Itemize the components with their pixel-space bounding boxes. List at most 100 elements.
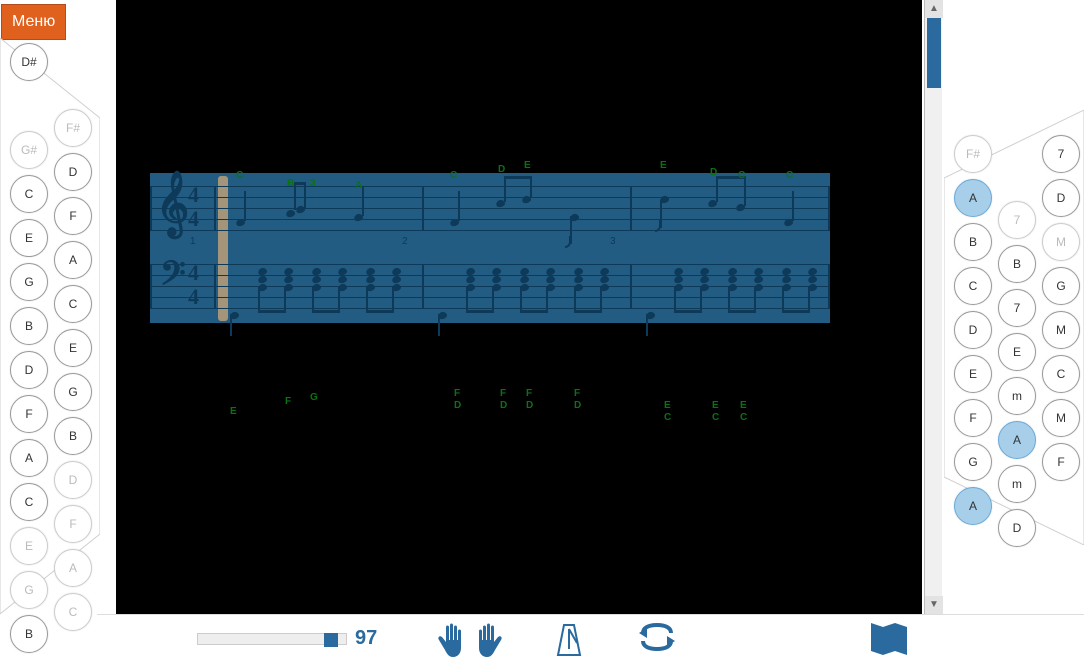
right-chord-rB1[interactable]: B	[998, 245, 1036, 283]
bass-note-label: F	[574, 388, 580, 399]
right-chord-rm1[interactable]: m	[998, 377, 1036, 415]
treble-clef-icon: 𝄞	[156, 172, 189, 237]
bass-note-label: F	[454, 388, 460, 399]
left-note-Dsh[interactable]: D#	[10, 43, 48, 81]
right-chord-rAh2[interactable]: A	[998, 421, 1036, 459]
left-note-C2[interactable]: C	[54, 285, 92, 323]
left-note-B3[interactable]: B	[10, 615, 48, 653]
bass-note-label: E	[712, 400, 719, 411]
left-note-E3[interactable]: E	[10, 527, 48, 565]
left-note-B1[interactable]: B	[10, 307, 48, 345]
right-chord-rD2[interactable]: D	[954, 311, 992, 349]
right-chord-r71[interactable]: 7	[1042, 135, 1080, 173]
right-chord-rG1[interactable]: G	[1042, 267, 1080, 305]
bass-note-label: D	[574, 400, 581, 411]
bass-note-label: E	[740, 400, 747, 411]
bass-note-label: D	[526, 400, 533, 411]
left-note-Fsh[interactable]: F#	[54, 109, 92, 147]
left-hand-icon[interactable]	[429, 621, 463, 661]
left-note-D3[interactable]: D	[54, 461, 92, 499]
treble-staff: 𝄞 4 4	[150, 186, 830, 230]
scroll-up-button[interactable]: ▲	[925, 0, 943, 18]
metronome-icon[interactable]	[552, 621, 586, 661]
chevron-down-icon: ▼	[929, 599, 939, 610]
right-chord-rG2[interactable]: G	[954, 443, 992, 481]
bass-note-label: F	[285, 396, 291, 407]
treble-note-label: B	[287, 178, 294, 189]
bottom-toolbar: 97	[97, 614, 1084, 661]
left-note-C1[interactable]: C	[10, 175, 48, 213]
bass-note-label: C	[740, 412, 747, 423]
right-chord-rM3[interactable]: M	[1042, 399, 1080, 437]
left-note-G1[interactable]: G	[10, 263, 48, 301]
right-chord-rF2[interactable]: F	[1042, 443, 1080, 481]
left-note-A2[interactable]: A	[10, 439, 48, 477]
right-chord-rM2[interactable]: M	[1042, 311, 1080, 349]
right-chord-rFsh[interactable]: F#	[954, 135, 992, 173]
left-note-A1[interactable]: A	[54, 241, 92, 279]
bass-note-label: C	[712, 412, 719, 423]
left-note-C4[interactable]: C	[54, 593, 92, 631]
right-chord-rD1[interactable]: D	[1042, 179, 1080, 217]
timesig-bottom: 4	[188, 206, 199, 232]
right-chord-rD3[interactable]: D	[998, 509, 1036, 547]
bass-note-label: D	[454, 400, 461, 411]
left-note-D1[interactable]: D	[54, 153, 92, 191]
timesig-bottom-bass: 4	[188, 284, 199, 310]
scrollbar-track[interactable]	[927, 18, 941, 596]
treble-note-label: C	[236, 170, 243, 181]
treble-note-label: D	[498, 164, 505, 175]
vertical-scrollbar[interactable]: ▲ ▼	[924, 0, 942, 614]
left-note-G2[interactable]: G	[54, 373, 92, 411]
measure-number: 1	[190, 236, 196, 247]
right-chord-rE1[interactable]: E	[998, 333, 1036, 371]
scrollbar-thumb[interactable]	[927, 18, 941, 88]
chevron-up-icon: ▲	[929, 3, 939, 14]
left-note-F1[interactable]: F	[54, 197, 92, 235]
left-note-E1[interactable]: E	[10, 219, 48, 257]
left-note-F3[interactable]: F	[54, 505, 92, 543]
treble-note-label: E	[660, 160, 667, 171]
left-note-E2[interactable]: E	[54, 329, 92, 367]
scroll-down-button[interactable]: ▼	[925, 596, 943, 614]
left-note-G3[interactable]: G	[10, 571, 48, 609]
bass-note-label: E	[230, 406, 237, 417]
treble-note-label: C	[450, 170, 457, 181]
treble-note-label: 3	[310, 178, 316, 189]
bass-note-label: E	[664, 400, 671, 411]
score: 𝄞 4 4	[150, 158, 830, 424]
bass-clef-icon: 𝄢	[160, 254, 186, 301]
right-chord-rF1[interactable]: F	[954, 399, 992, 437]
treble-note-label: E	[524, 160, 531, 171]
left-note-Gsh[interactable]: G#	[10, 131, 48, 169]
left-note-F2[interactable]: F	[10, 395, 48, 433]
right-chord-rM1[interactable]: M	[1042, 223, 1080, 261]
right-chord-rE2[interactable]: E	[954, 355, 992, 393]
right-chord-rC1[interactable]: C	[954, 267, 992, 305]
right-chord-r73[interactable]: 7	[998, 289, 1036, 327]
menu-button[interactable]: Меню	[1, 4, 66, 40]
right-chord-rAh3[interactable]: A	[954, 487, 992, 525]
left-note-D2[interactable]: D	[10, 351, 48, 389]
loop-icon[interactable]	[637, 621, 677, 658]
left-note-B2[interactable]: B	[54, 417, 92, 455]
tempo-slider-handle[interactable]	[324, 633, 338, 647]
right-hand-icon[interactable]	[477, 621, 511, 661]
right-chord-rm2[interactable]: m	[998, 465, 1036, 503]
left-note-A3[interactable]: A	[54, 549, 92, 587]
bass-note-label: F	[526, 388, 532, 399]
treble-note-label: C	[786, 170, 793, 181]
right-chord-r72[interactable]: 7	[998, 201, 1036, 239]
treble-note-label: A	[355, 180, 362, 191]
right-chord-rC2[interactable]: C	[1042, 355, 1080, 393]
bass-note-label: F	[500, 388, 506, 399]
tempo-value: 97	[355, 627, 377, 650]
bass-note-label: D	[500, 400, 507, 411]
view-icon[interactable]	[869, 621, 909, 661]
bass-note-label: C	[664, 412, 671, 423]
timesig-top: 4	[188, 182, 199, 208]
right-chord-rAh1[interactable]: A	[954, 179, 992, 217]
left-note-C3[interactable]: C	[10, 483, 48, 521]
tempo-slider[interactable]	[197, 633, 347, 645]
right-chord-rB2[interactable]: B	[954, 223, 992, 261]
